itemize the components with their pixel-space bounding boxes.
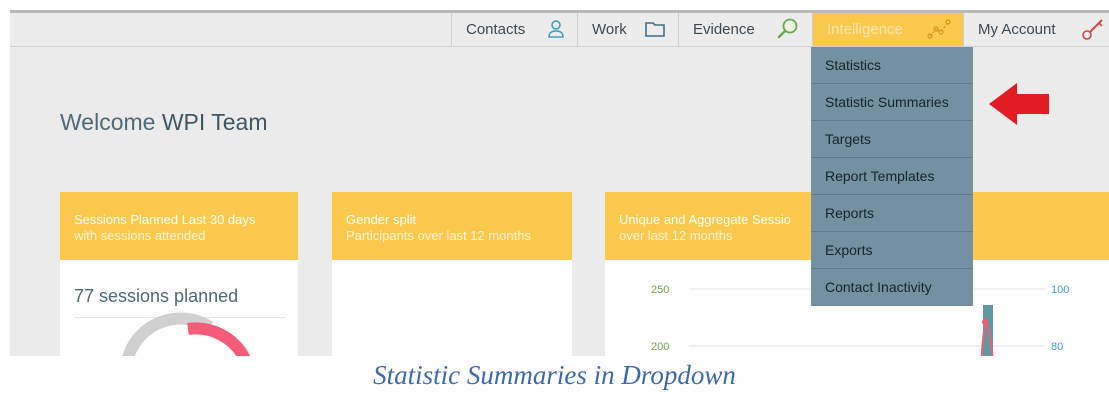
nav-work[interactable]: Work <box>577 13 678 46</box>
intelligence-dropdown-menu: Statistics Statistic Summaries Targets R… <box>811 47 973 306</box>
menu-item-report-templates[interactable]: Report Templates <box>811 158 973 195</box>
menu-item-statistic-summaries[interactable]: Statistic Summaries <box>811 84 973 121</box>
donut-chart <box>122 312 251 356</box>
nav-intelligence-label: Intelligence <box>827 21 903 38</box>
nav-intelligence[interactable]: Intelligence <box>812 13 963 46</box>
menu-item-statistics[interactable]: Statistics <box>811 47 973 84</box>
welcome-prefix: Welcome <box>60 109 156 135</box>
folder-icon <box>644 19 666 39</box>
sessions-planned-card: Sessions Planned Last 30 days with sessi… <box>60 192 298 356</box>
menu-item-contact-inactivity[interactable]: Contact Inactivity <box>811 269 973 306</box>
nav-my-account-label: My Account <box>978 21 1056 38</box>
gender-split-card: Gender split Participants over last 12 m… <box>332 192 572 356</box>
magnifier-icon <box>777 17 799 39</box>
key-icon <box>1080 16 1106 42</box>
y-right-tick: 80 <box>1051 341 1063 353</box>
card-header: Gender split Participants over last 12 m… <box>332 192 572 260</box>
nav-my-account[interactable]: My Account <box>963 13 1109 46</box>
menu-item-exports[interactable]: Exports <box>811 232 973 269</box>
card-subtitle: Participants over last 12 months <box>346 228 531 243</box>
welcome-team: WPI Team <box>161 109 268 135</box>
y-right-tick: 100 <box>1051 284 1069 296</box>
y-left-tick: 250 <box>651 284 669 296</box>
top-navigation: Contacts Work Evidence Intelligence My A… <box>10 13 1109 47</box>
figure-caption: Statistic Summaries in Dropdown <box>373 360 736 390</box>
chart-point <box>982 319 988 325</box>
nav-contacts-label: Contacts <box>466 21 526 38</box>
nav-evidence[interactable]: Evidence <box>678 13 812 46</box>
trend-icon <box>927 18 951 40</box>
menu-item-targets[interactable]: Targets <box>811 121 973 158</box>
red-arrow-icon <box>989 83 1049 125</box>
nav-contacts[interactable]: Contacts <box>451 13 577 46</box>
card-title: Gender split <box>346 212 417 227</box>
welcome-heading: Welcome WPI Team <box>60 109 267 136</box>
app-screen: Contacts Work Evidence Intelligence My A… <box>10 10 1109 356</box>
nav-work-label: Work <box>592 21 627 38</box>
y-left-tick: 200 <box>651 341 669 353</box>
nav-evidence-label: Evidence <box>693 21 755 38</box>
user-icon <box>546 19 566 39</box>
menu-item-reports[interactable]: Reports <box>811 195 973 232</box>
